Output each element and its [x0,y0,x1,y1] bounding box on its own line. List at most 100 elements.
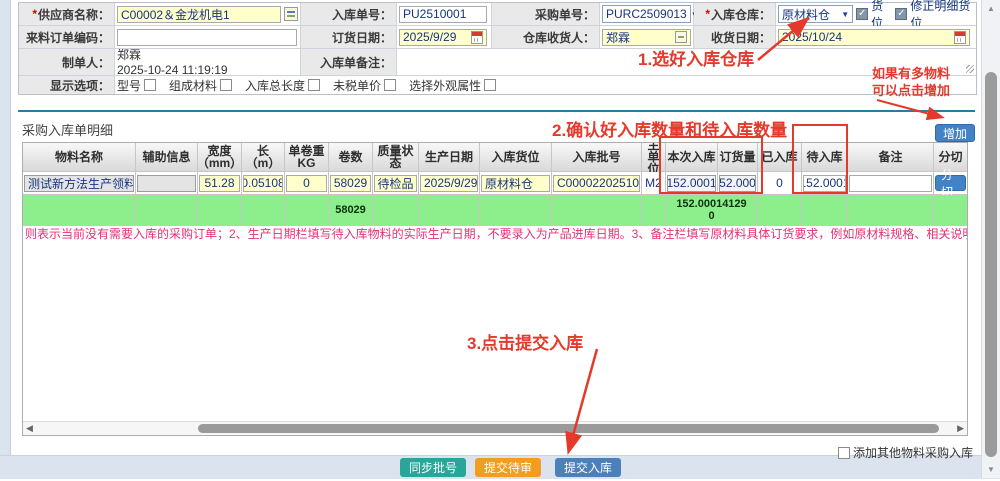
incoming-order-input[interactable] [117,29,297,46]
slot-checkbox[interactable]: ✓ [856,8,868,20]
scroll-down-icon[interactable]: ▼ [982,465,1000,474]
add-other-checkbox[interactable] [838,447,850,459]
option-appearance-label: 选择外观属性 [409,77,481,94]
option-pretax-price-checkbox[interactable] [384,79,396,91]
option-pretax-price-label: 未税单价 [333,77,381,94]
col-unit: 主 单位 [642,143,665,171]
purchase-no-label: 采购单号： [492,3,599,25]
entry-remark-label: 入库单备注： [301,49,396,75]
warehouse-label: *入库仓库： [694,3,775,25]
entry-remark-textarea[interactable] [397,49,976,75]
roll-weight-input[interactable]: 0 [286,175,327,192]
creator-time: 2025-10-24 11:19:19 [117,64,228,76]
qty-done-value: 0 [758,172,801,194]
width-input[interactable]: 51.28 [199,175,240,192]
add-other-material-option[interactable]: 添加其他物料采购入库 [838,444,973,461]
scroll-up-icon[interactable]: ▲ [982,4,1000,13]
horizontal-scroll-thumb[interactable] [198,424,939,433]
creator-value: 郑霖 2025-10-24 11:19:19 [115,49,300,75]
table-row: 测试新方法生产领料卷料 [23,172,135,194]
creator-label: 制单人： [19,49,114,75]
unit-value: M2 [642,172,665,194]
receive-date-input[interactable]: 2025/10/24 [778,29,970,46]
summary-qty: 152.000141290 [666,195,757,225]
option-appearance-checkbox[interactable] [484,79,496,91]
calendar-icon[interactable] [471,31,483,44]
detail-table: 物料名称 辅助信息 宽度 （mm） 长 （m） 单卷重 KG 卷数 质量状态 生… [22,142,968,436]
col-batch: 入库批号 [552,143,641,171]
order-date-input[interactable]: 2025/9/29 [399,29,487,46]
col-roll-weight: 单卷重 KG [285,143,328,171]
row-remark-input[interactable] [849,175,932,192]
rolls-input[interactable]: 58029 [330,175,371,192]
col-rolls: 卷数 [329,143,372,171]
vertical-scroll-thumb[interactable] [985,72,997,457]
material-input[interactable]: 测试新方法生产领料卷料 [24,175,134,192]
receiver-label: 仓库收货人： [492,26,599,48]
option-total-length-label: 入库总长度 [245,77,305,94]
qty-in-input[interactable]: 152.0001 [667,175,716,192]
warehouse-select[interactable]: 原材料仓▼ [778,5,853,23]
col-prod-date: 生产日期 [419,143,479,171]
supplier-input[interactable]: C00002＆金龙机电1 [117,6,281,23]
detail-title: 采购入库单明细 [22,120,113,139]
option-model-checkbox[interactable] [144,79,156,91]
receiver-input[interactable]: 郑霖 [602,29,691,46]
footer-buttons: 同步批号 提交待审 提交入库 [400,458,621,477]
col-aux: 辅助信息 [136,143,197,171]
entry-no-input[interactable]: PU2510001 [399,6,487,23]
submit-entry-button[interactable]: 提交入库 [555,458,621,477]
fix-slot-checkbox[interactable]: ✓ [895,8,907,20]
col-quality: 质量状态 [373,143,418,171]
option-material-label: 组成材料 [169,77,217,94]
creator-name: 郑霖 [117,49,141,61]
split-button[interactable]: 分切 [935,175,966,191]
receive-date-label: 收货日期： [694,26,775,48]
option-model-label: 型号 [117,77,141,94]
slot-input[interactable]: 原材料仓 [481,175,550,192]
resize-handle-icon[interactable] [966,65,974,73]
quality-input[interactable]: 待检品 [374,175,417,192]
required-mark: * [32,7,37,21]
submit-review-button[interactable]: 提交待审 [475,458,541,477]
summary-rolls: 58029 [329,195,372,225]
chevron-down-icon: ▼ [841,10,849,19]
incoming-order-label: 来料订单编码： [19,26,114,48]
qty-order-input[interactable]: 152.0001 [719,175,756,192]
col-slot: 入库货位 [480,143,551,171]
add-other-label: 添加其他物料采购入库 [853,444,973,461]
vertical-scrollbar[interactable]: ▲ ▼ [981,0,1000,478]
summary-row [23,195,135,225]
sync-batch-button[interactable]: 同步批号 [400,458,466,477]
supplier-lookup-icon[interactable] [284,7,298,21]
supplier-label: *供应商名称： [19,3,114,25]
qty-pending-input[interactable]: 152.0001 [803,175,846,192]
option-material-checkbox[interactable] [220,79,232,91]
display-options-label: 显示选项： [19,76,114,94]
calendar-icon[interactable] [954,31,966,44]
receiver-lookup-icon[interactable] [675,31,687,43]
note-text: 则表示当前没有需要入库的采购订单；2、生产日期栏填写待入库物料的实际生产日期，不… [23,226,967,241]
col-qty-done: 已入库 [758,143,801,171]
col-qty-order: 订货量 [718,143,757,171]
scroll-right-icon[interactable]: ▶ [957,423,964,434]
col-width: 宽度 （mm） [198,143,241,171]
add-row-button[interactable]: 增加 [935,124,975,142]
col-qty-in: 本次入库 [666,143,717,171]
entry-form: *供应商名称： C00002＆金龙机电1 入库单号： PU2510001 采购单… [18,2,977,95]
option-total-length-checkbox[interactable] [308,79,320,91]
batch-input[interactable]: C000022025102411 [553,175,640,192]
scroll-left-icon[interactable]: ◀ [26,423,33,434]
length-input[interactable]: 0.05108 [243,175,283,192]
purchase-no-select[interactable]: PURC2509013▼ [602,5,691,23]
aux-input[interactable] [137,175,196,192]
horizontal-scrollbar[interactable]: ◀ ▶ [23,421,967,435]
order-date-label: 订货日期： [301,26,396,48]
prod-date-input[interactable]: 2025/9/29 1 [420,175,478,192]
detail-panel: 采购入库单明细 增加 物料名称 辅助信息 宽度 （mm） 长 （m） 单卷重 K… [18,110,975,454]
col-length: 长 （m） [242,143,284,171]
page-left-margin [0,0,11,478]
col-material: 物料名称 [23,143,135,171]
entry-no-label: 入库单号： [301,3,396,25]
col-qty-pending: 待入库 [802,143,847,171]
